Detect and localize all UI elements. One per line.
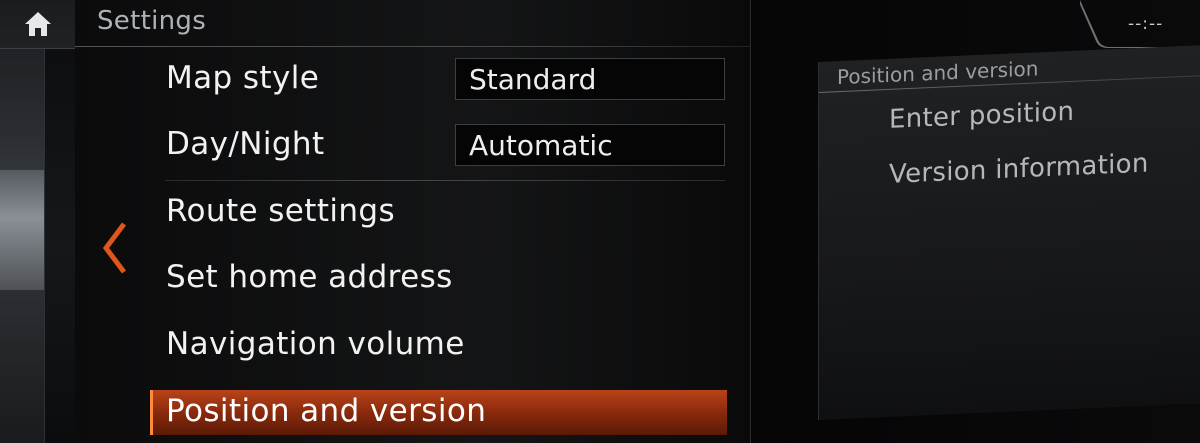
map-style-select[interactable]: Standard xyxy=(455,58,725,100)
day-night-value: Automatic xyxy=(469,129,613,162)
submenu-item-enter-position[interactable]: Enter position xyxy=(889,97,1074,135)
chevron-left-icon xyxy=(102,222,126,274)
menu-item-route-settings[interactable]: Route settings xyxy=(166,193,395,229)
submenu-panel: Position and version Enter position Vers… xyxy=(818,45,1200,420)
menu-item-map-style[interactable]: Map style xyxy=(166,60,319,96)
clock-display: --:-- xyxy=(1128,14,1164,34)
rail-decoration-lower xyxy=(0,290,44,443)
menu-item-day-night[interactable]: Day/Night xyxy=(166,126,325,162)
left-rail xyxy=(0,0,76,443)
home-button[interactable] xyxy=(0,0,75,48)
page-title: Settings xyxy=(97,6,207,36)
menu-item-set-home-address[interactable]: Set home address xyxy=(166,259,453,295)
day-night-select[interactable]: Automatic xyxy=(455,124,725,166)
map-style-value: Standard xyxy=(469,63,597,96)
rail-decoration xyxy=(0,170,44,290)
settings-panel: Settings Map style Standard Day/Night Au… xyxy=(75,0,751,443)
menu-item-navigation-volume[interactable]: Navigation volume xyxy=(166,326,465,362)
title-divider xyxy=(75,46,750,47)
back-button[interactable] xyxy=(100,222,128,278)
rail-inner-strip xyxy=(44,48,76,443)
home-icon xyxy=(24,12,51,36)
rail-divider xyxy=(0,48,75,49)
submenu-item-version-information[interactable]: Version information xyxy=(889,149,1149,190)
menu-item-position-and-version[interactable]: Position and version xyxy=(150,390,727,435)
menu-item-label: Position and version xyxy=(166,393,487,429)
menu-divider xyxy=(165,180,725,181)
